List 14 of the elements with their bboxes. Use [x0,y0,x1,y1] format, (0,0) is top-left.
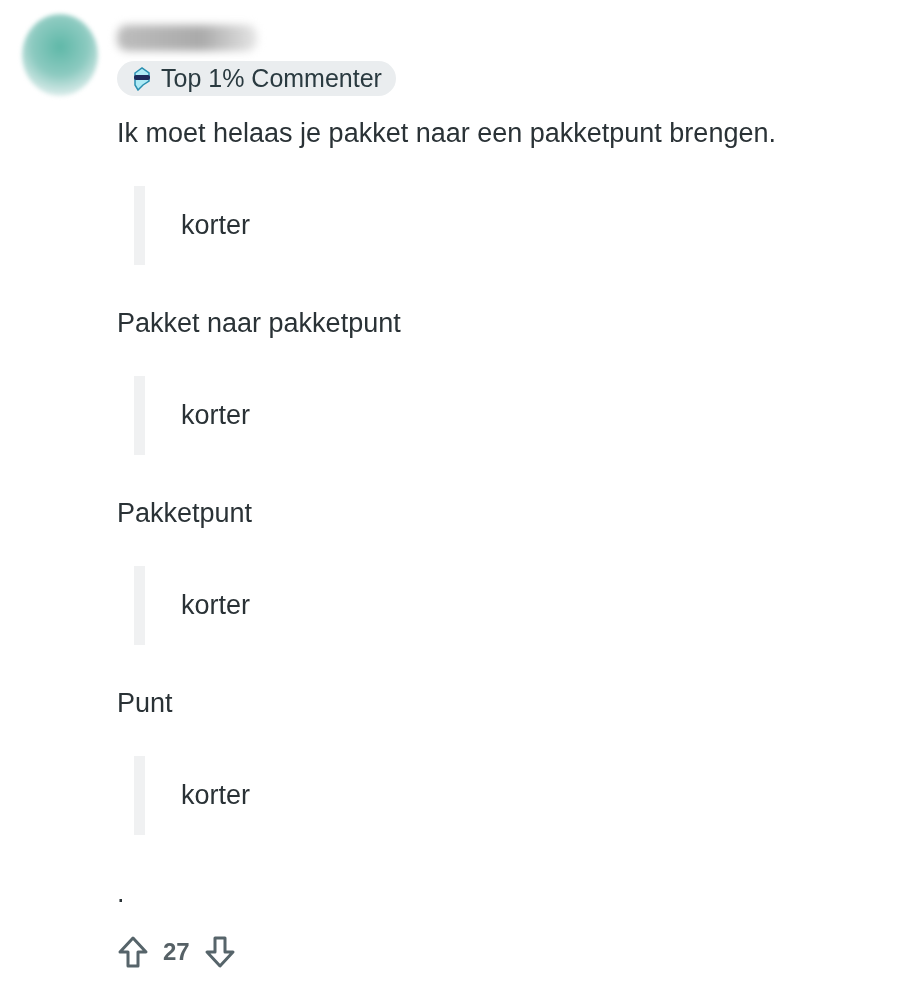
downvote-icon[interactable] [203,935,236,969]
upvote-icon[interactable] [117,935,149,969]
quote-text: korter [181,210,251,241]
comment-text: Pakketpunt [117,497,254,530]
commenter-badge: Top 1% Commenter [117,61,396,96]
quote-text: korter [181,780,251,811]
quote-text: korter [181,400,251,431]
sunglasses-icon [131,66,153,91]
quote-text: korter [181,590,251,621]
comment-text: Ik moet helaas je pakket naar een pakketpunt brengen. [117,117,776,150]
comment-text: . [117,877,126,910]
vote-score: 27 [163,938,190,966]
comment-text: Pakket naar pakketpunt [117,307,402,340]
comment-text: Punt [117,687,174,720]
